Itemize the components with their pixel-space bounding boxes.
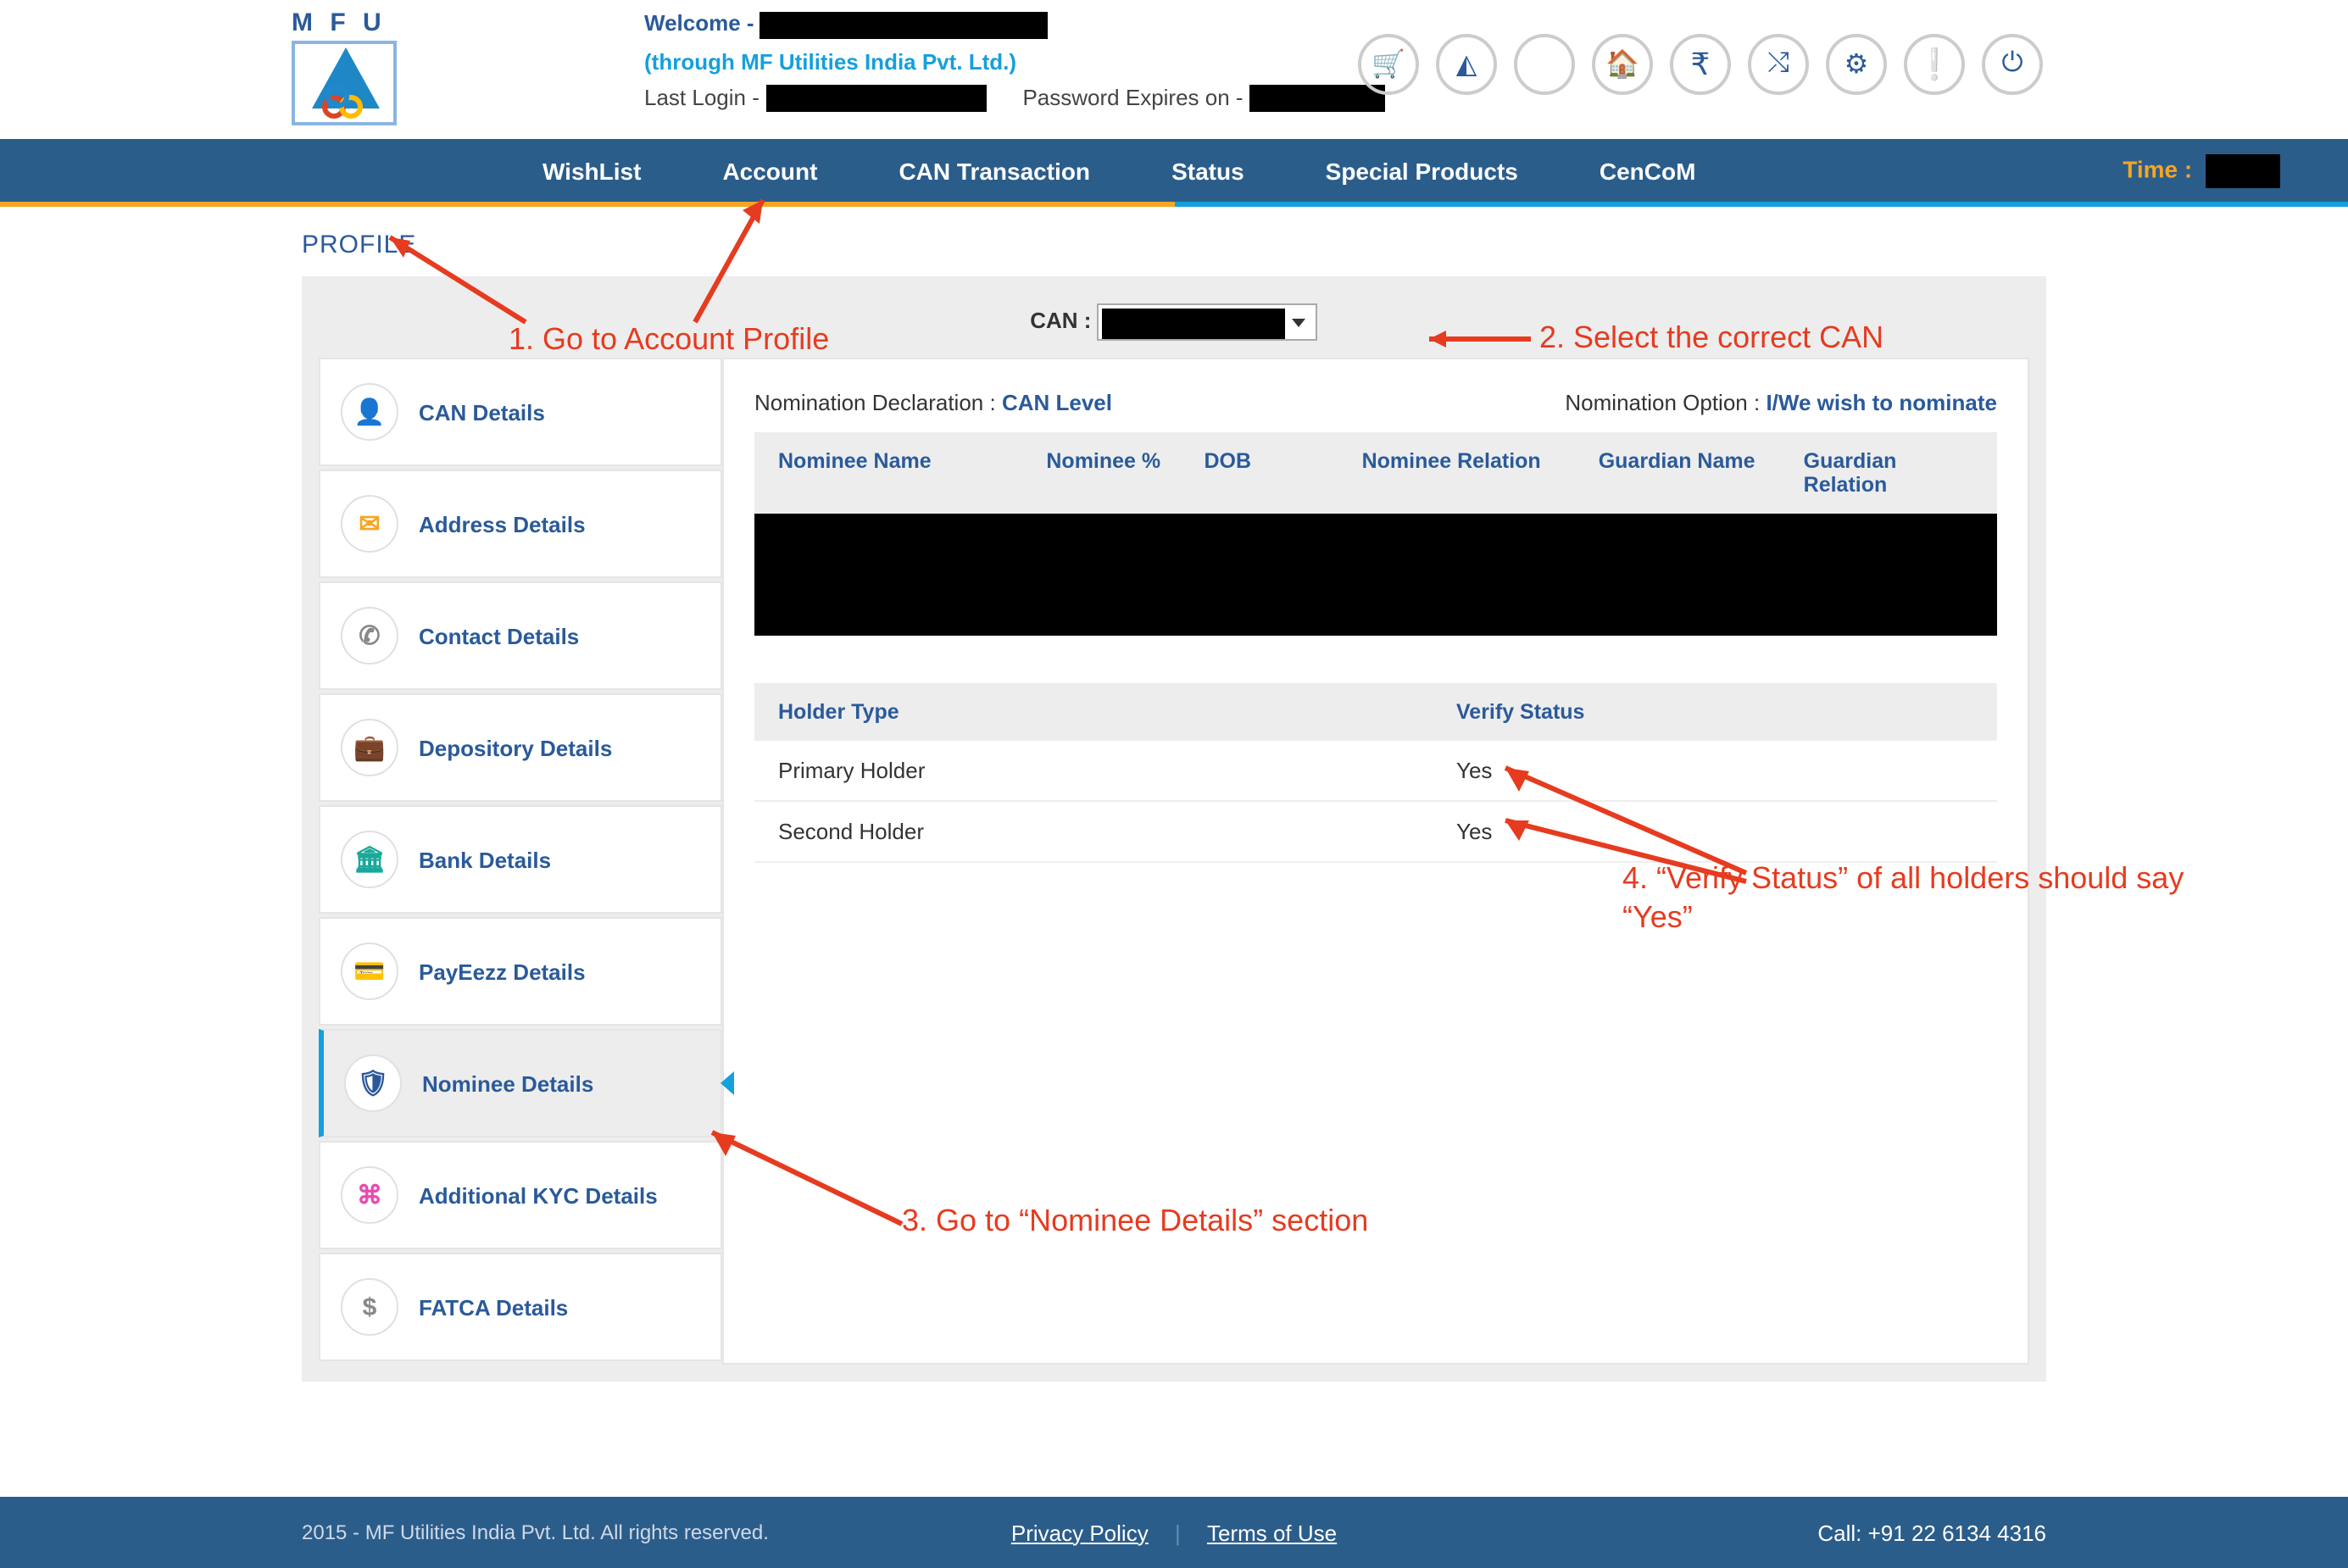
nav-can-transaction[interactable]: CAN Transaction xyxy=(899,158,1090,185)
profile-sidebar: 👤CAN Details ✉Address Details ✆Contact D… xyxy=(319,358,722,1365)
sidebar-item-bank-details[interactable]: 🏛Bank Details xyxy=(319,805,722,914)
nominee-table-header: Nominee Name Nominee % DOB Nominee Relat… xyxy=(754,432,1997,514)
annotation-1-arrow-to-account xyxy=(661,186,797,344)
annotation-2-arrow xyxy=(1421,322,1539,361)
nominee-rows-redacted xyxy=(754,514,1997,636)
nav-account[interactable]: Account xyxy=(722,158,817,185)
nav-triangle-icon[interactable]: ◭ xyxy=(1436,34,1497,95)
footer: 2015 - MF Utilities India Pvt. Ltd. All … xyxy=(0,1497,2348,1568)
footer-link-terms[interactable]: Terms of Use xyxy=(1207,1520,1337,1545)
sidebar-item-contact-details[interactable]: ✆Contact Details xyxy=(319,581,722,690)
shuffle-icon[interactable]: ⤭ xyxy=(1748,34,1809,95)
sidebar-item-can-details[interactable]: 👤CAN Details xyxy=(319,358,722,466)
nomination-declaration: Nomination Declaration : CAN Level xyxy=(754,390,1112,415)
header-icon-row: 🛒 ◭ 🏠 ₹ ⤭ ⚙ ❕ ⏻ xyxy=(1358,34,2043,95)
sidebar-item-nominee-details[interactable]: 🛡Nominee Details xyxy=(319,1029,722,1137)
sidebar-item-depository-details[interactable]: 💼Depository Details xyxy=(319,693,722,802)
pw-expires-label: Password Expires on - xyxy=(1022,84,1243,109)
blank-icon[interactable] xyxy=(1514,34,1575,95)
cart-icon[interactable]: 🛒 xyxy=(1358,34,1419,95)
footer-links: Privacy Policy | Terms of Use xyxy=(883,1520,1465,1545)
power-icon[interactable]: ⏻ xyxy=(1982,34,2043,95)
can-selector-dropdown[interactable] xyxy=(1098,303,1318,341)
mail-icon: ✉ xyxy=(341,495,398,553)
alert-icon[interactable]: ❕ xyxy=(1904,34,1965,95)
can-value-redacted xyxy=(1103,309,1286,339)
annotation-4-arrow-2 xyxy=(1492,810,1763,900)
logo-icon xyxy=(292,41,397,125)
page-title: PROFILE xyxy=(0,203,2348,276)
share-icon: ⌘ xyxy=(341,1166,398,1224)
shield-icon: 🛡 xyxy=(344,1054,402,1112)
nav-special-products[interactable]: Special Products xyxy=(1326,158,1518,185)
main-navbar: WishList Account CAN Transaction Status … xyxy=(0,139,2348,203)
annotation-1-arrow-to-title xyxy=(373,203,542,344)
annotation-2: 2. Select the correct CAN xyxy=(1539,320,1883,356)
nav-underline-right xyxy=(1174,202,2348,207)
welcome-username-redacted xyxy=(760,11,1049,38)
card-icon: 💳 xyxy=(341,942,398,1000)
nomination-option: Nomination Option : I/We wish to nominat… xyxy=(1565,390,1997,415)
verify-row-primary: Primary Holder Yes xyxy=(754,741,1997,802)
home-icon[interactable]: 🏠 xyxy=(1592,34,1653,95)
time-value-redacted xyxy=(2206,154,2280,188)
sidebar-item-payeezz-details[interactable]: 💳PayEezz Details xyxy=(319,917,722,1026)
nav-underline-left xyxy=(0,202,1174,207)
dollar-icon: $ xyxy=(341,1278,398,1336)
footer-call: Call: +91 22 6134 4316 xyxy=(1465,1520,2046,1545)
nav-cencom[interactable]: CenCoM xyxy=(1600,158,1696,185)
verify-row-second: Second Holder Yes xyxy=(754,802,1997,863)
last-login-label: Last Login - xyxy=(644,84,759,109)
welcome-through: (through MF Utilities India Pvt. Ltd.) xyxy=(644,48,1385,74)
footer-link-privacy[interactable]: Privacy Policy xyxy=(1011,1520,1149,1545)
welcome-label: Welcome - xyxy=(644,10,760,36)
chevron-down-icon xyxy=(1293,319,1306,327)
bank-icon: 🏛 xyxy=(341,831,398,888)
verify-table-header: Holder Type Verify Status xyxy=(754,683,1997,741)
phone-icon: ✆ xyxy=(341,607,398,664)
nav-status[interactable]: Status xyxy=(1171,158,1244,185)
sidebar-item-address-details[interactable]: ✉Address Details xyxy=(319,470,722,578)
welcome-block: Welcome - (through MF Utilities India Pv… xyxy=(644,10,1385,112)
annotation-3: 3. Go to “Nominee Details” section xyxy=(902,1204,1368,1239)
nav-wishlist[interactable]: WishList xyxy=(542,158,641,185)
annotation-3-arrow xyxy=(698,1119,919,1243)
briefcase-icon: 💼 xyxy=(341,719,398,776)
sidebar-item-additional-kyc-details[interactable]: ⌘Additional KYC Details xyxy=(319,1141,722,1249)
rupee-icon[interactable]: ₹ xyxy=(1670,34,1731,95)
brand-name: M F U xyxy=(292,8,407,37)
user-icon: 👤 xyxy=(341,383,398,441)
footer-copyright: 2015 - MF Utilities India Pvt. Ltd. All … xyxy=(302,1521,883,1544)
can-selector-label: CAN : xyxy=(1030,308,1091,333)
brand-logo: M F U xyxy=(292,8,407,125)
time-label: Time : xyxy=(2123,154,2280,188)
last-login-redacted xyxy=(765,85,986,112)
gear-icon[interactable]: ⚙ xyxy=(1826,34,1887,95)
sidebar-item-fatca-details[interactable]: $FATCA Details xyxy=(319,1253,722,1361)
header-bar: M F U Welcome - (through MF Utilities In… xyxy=(0,0,2348,139)
